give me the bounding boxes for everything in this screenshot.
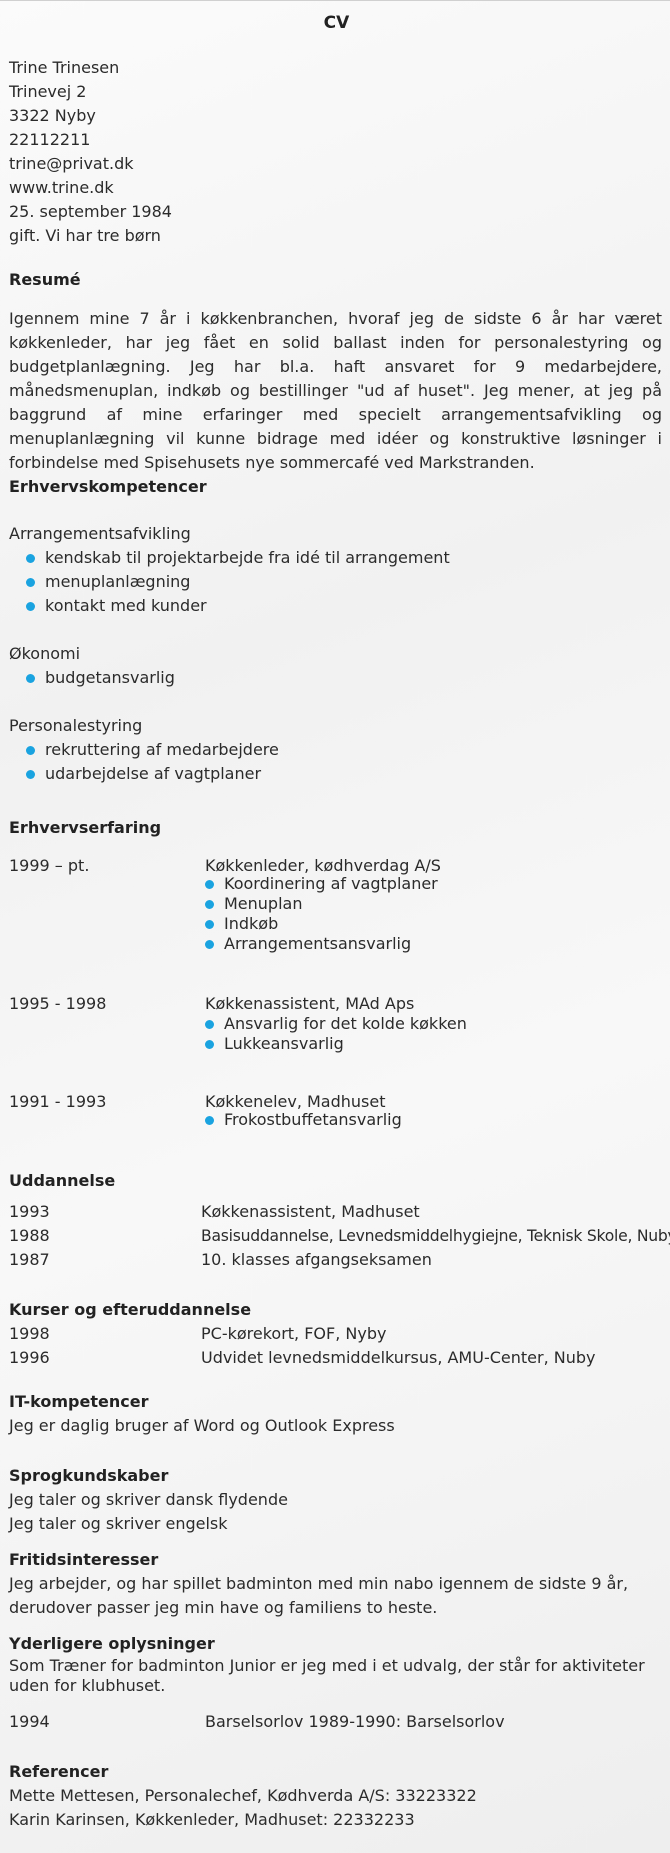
experience-item: Arrangementsansvarlig: [205, 934, 411, 954]
top-border: [0, 0, 670, 1]
resume-text: Igennem mine 7 år i køkkenbranchen, hvor…: [9, 309, 662, 472]
it-heading: IT-kompetencer: [9, 1392, 149, 1411]
languages-heading: Sprogkundskaber: [9, 1466, 169, 1485]
contact-phone: 22112211: [9, 130, 91, 149]
bullet-icon: [205, 880, 214, 889]
bullet-icon: [26, 602, 35, 611]
bullet-icon: [205, 1020, 214, 1029]
additional-heading: Yderligere oplysninger: [9, 1634, 215, 1653]
additional-line: uden for klubhuset.: [9, 1676, 166, 1695]
competence-item: menuplanlægning: [26, 570, 190, 594]
additional-line: Som Træner for badminton Junior er jeg m…: [9, 1656, 645, 1675]
contact-name: Trine Trinesen: [9, 58, 120, 77]
education-text: Køkkenassistent, Madhuset: [201, 1202, 420, 1221]
experience-heading: Erhvervserfaring: [9, 818, 162, 837]
language-line: Jeg taler og skriver dansk flydende: [9, 1490, 288, 1509]
bullet-icon: [205, 920, 214, 929]
courses-heading: Kurser og efteruddannelse: [9, 1300, 252, 1319]
contact-street: Trinevej 2: [9, 82, 87, 101]
education-text: Basisuddannelse, Levnedsmiddelhygiejne, …: [201, 1227, 670, 1245]
bullet-icon: [205, 1040, 214, 1049]
leisure-line: derudover passer jeg min have og familie…: [9, 1598, 438, 1617]
language-line: Jeg taler og skriver engelsk: [9, 1514, 228, 1533]
course-text: PC-kørekort, FOF, Nyby: [201, 1324, 387, 1343]
bullet-icon: [205, 940, 214, 949]
course-text: Udvidet levnedsmiddelkursus, AMU-Center,…: [201, 1348, 596, 1367]
bullet-icon: [205, 1116, 214, 1125]
additional-year: 1994: [9, 1712, 50, 1731]
course-year: 1998: [9, 1324, 50, 1343]
competence-item: kendskab til projektarbejde fra idé til …: [26, 546, 450, 570]
education-year: 1993: [9, 1202, 50, 1221]
experience-item: Koordinering af vagtplaner: [205, 874, 438, 894]
competence-group-title: Økonomi: [9, 644, 81, 663]
experience-item: Indkøb: [205, 914, 278, 934]
bullet-icon: [26, 770, 35, 779]
course-year: 1996: [9, 1348, 50, 1367]
competences-heading: Erhvervskompetencer: [9, 477, 207, 496]
competence-group-title: Personalestyring: [9, 716, 143, 735]
experience-item: Menuplan: [205, 894, 302, 914]
competence-item: rekruttering af medarbejdere: [26, 738, 279, 762]
education-heading: Uddannelse: [9, 1171, 116, 1190]
leisure-line: Jeg arbejder, og har spillet badminton m…: [9, 1574, 629, 1593]
education-text: 10. klasses afgangseksamen: [201, 1250, 432, 1269]
experience-title: Køkkenassistent, MAd Aps: [205, 994, 415, 1013]
contact-website: www.trine.dk: [9, 178, 114, 197]
bullet-icon: [26, 578, 35, 587]
reference-line: Karin Karinsen, Køkkenleder, Madhuset: 2…: [9, 1810, 415, 1829]
education-year: 1987: [9, 1250, 50, 1269]
contact-email: trine@privat.dk: [9, 154, 134, 173]
bullet-icon: [26, 746, 35, 755]
experience-item: Ansvarlig for det kolde køkken: [205, 1014, 467, 1034]
leisure-heading: Fritidsinteresser: [9, 1550, 159, 1569]
experience-period: 1999 – pt.: [9, 856, 90, 875]
experience-period: 1991 - 1993: [9, 1092, 107, 1111]
it-text: Jeg er daglig bruger af Word og Outlook …: [9, 1416, 395, 1435]
bullet-icon: [205, 900, 214, 909]
reference-line: Mette Mettesen, Personalechef, Kødhverda…: [9, 1786, 477, 1805]
contact-city: 3322 Nyby: [9, 106, 96, 125]
experience-item: Frokostbuffetansvarlig: [205, 1110, 402, 1130]
experience-period: 1995 - 1998: [9, 994, 107, 1013]
bullet-icon: [26, 674, 35, 683]
competence-item: budgetansvarlig: [26, 666, 175, 690]
additional-year-text: Barselsorlov 1989-1990: Barselsorlov: [205, 1712, 505, 1731]
page-title: CV: [323, 13, 350, 33]
references-heading: Referencer: [9, 1762, 109, 1781]
competence-item: kontakt med kunder: [26, 594, 207, 618]
contact-civil-status: gift. Vi har tre børn: [9, 226, 161, 245]
resume-heading: Resumé: [9, 270, 81, 289]
competence-item: udarbejdelse af vagtplaner: [26, 762, 261, 786]
education-year: 1988: [9, 1226, 50, 1245]
experience-item: Lukkeansvarlig: [205, 1034, 344, 1054]
bullet-icon: [26, 554, 35, 563]
contact-birthdate: 25. september 1984: [9, 202, 172, 221]
competence-group-title: Arrangementsafvikling: [9, 524, 191, 543]
